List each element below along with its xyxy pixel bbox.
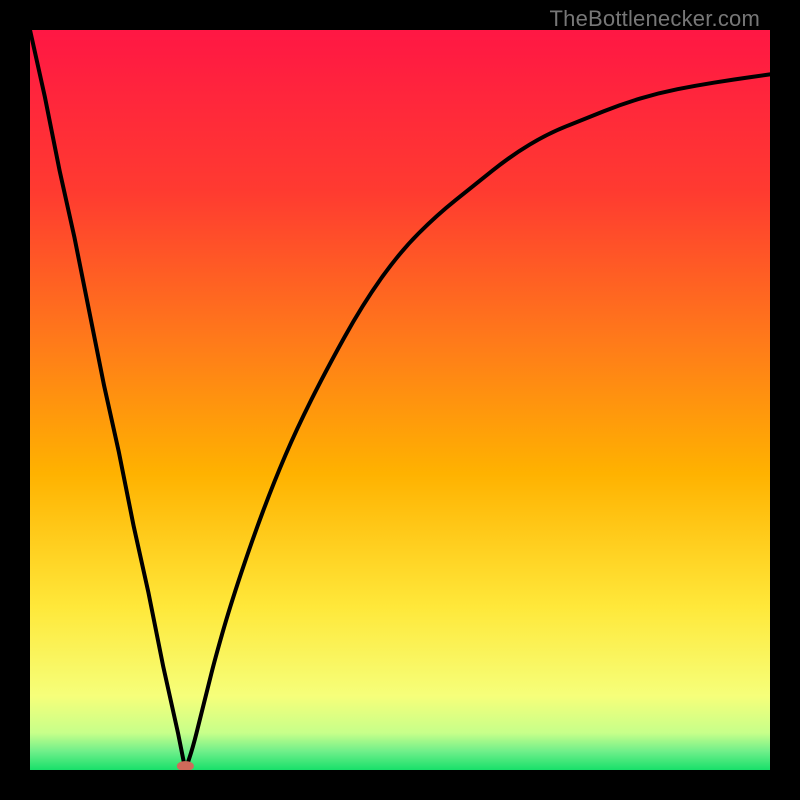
plot-area xyxy=(30,30,770,770)
watermark-text: TheBottlenecker.com xyxy=(550,6,760,32)
min-marker xyxy=(177,761,193,770)
curve-layer xyxy=(30,30,770,770)
bottleneck-curve xyxy=(30,30,770,770)
chart-frame: TheBottlenecker.com xyxy=(0,0,800,800)
